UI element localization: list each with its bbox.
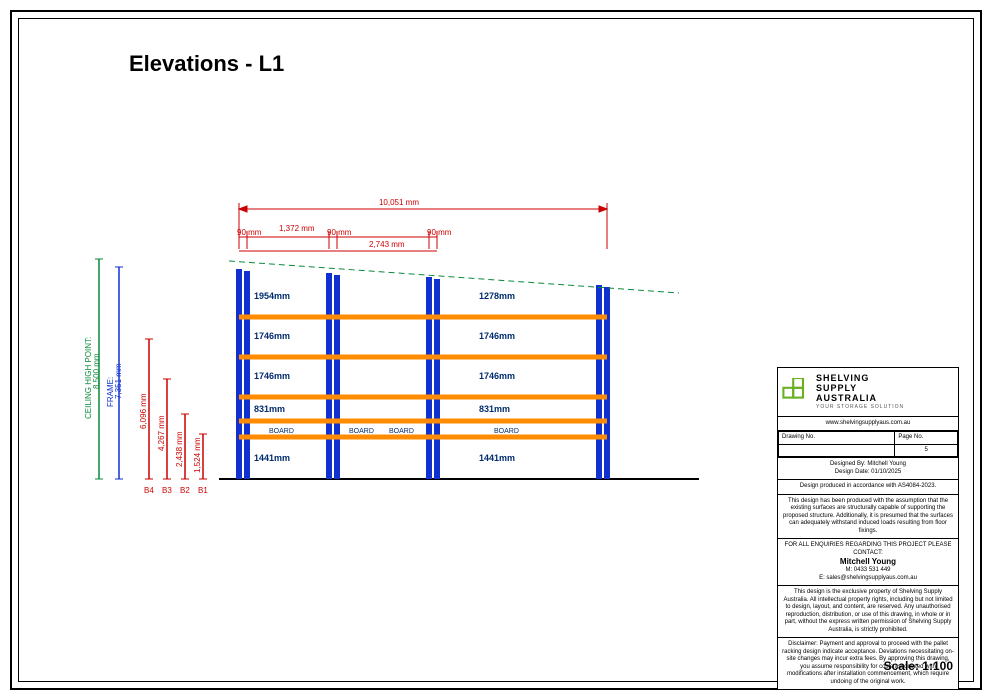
b4-label: B4 [144,486,154,495]
dim-gap-3: 90 mm [427,228,452,237]
company-website: www.shelvingsupplyaus.com.au [778,416,958,431]
designed-by: Designed By: Mitchell Young [782,461,954,469]
bay-left-4: 1441mm [254,453,290,463]
dim-gap-1: 90 mm [237,228,262,237]
company-name-3: AUSTRALIA [816,394,904,404]
logo-row: SHELVING SUPPLY AUSTRALIA YOUR STORAGE S… [778,368,958,416]
frame-value: 7,351 mm [114,363,123,399]
dim-overall-width: 10,051 mm [379,198,419,207]
board-label-4: BOARD [494,428,519,435]
ip-notice: This design is the exclusive property of… [778,585,958,637]
dim-span-2: 2,743 mm [369,240,405,249]
company-logo-icon [782,378,810,406]
bay-right-4: 1441mm [479,453,515,463]
b1-label: B1 [198,486,208,495]
outer-border: Elevations - L1 [10,10,982,690]
b2-label: B2 [180,486,190,495]
contact-phone: M: 0433 531 449 [782,567,954,575]
page: Elevations - L1 [0,0,992,700]
page-no-value: 5 [895,444,958,457]
contact-email: E: sales@shelvingsupplyaus.com.au [782,575,954,583]
ceiling-value: 8,500 mm [92,353,101,389]
bay-left-3: 831mm [254,404,285,414]
bay-right-3: 831mm [479,404,510,414]
board-label-3: BOARD [389,428,414,435]
board-label-1: BOARD [269,428,294,435]
scale-label: Scale: 1:100 [884,659,953,673]
drawing-no-value [779,444,895,457]
bay-left-2: 1746mm [254,371,290,381]
design-assumption: This design has been produced with the a… [778,494,958,539]
bay-right-0: 1278mm [479,291,515,301]
drawing-info-table: Drawing No. Page No. 5 [778,431,958,457]
bay-right-1: 1746mm [479,331,515,341]
b3-value: 4,267 mm [157,415,166,451]
b4-value: 6,096 mm [139,393,148,429]
page-title: Elevations - L1 [129,51,284,77]
bay-left-0: 1954mm [254,291,290,301]
design-standard: Design produced in accordance with AS408… [778,479,958,494]
enquiry-header: FOR ALL ENQUIRIES REGARDING THIS PROJECT… [782,542,954,557]
b3-label: B3 [162,486,172,495]
b1-value: 1,524 mm [193,437,202,473]
company-tagline: YOUR STORAGE SOLUTION [816,404,904,410]
board-label-2: BOARD [349,428,374,435]
dim-gap-2: 90 mm [327,228,352,237]
inner-border: Elevations - L1 [18,18,974,682]
bay-left-1: 1746mm [254,331,290,341]
dim-span-1: 1,372 mm [279,224,315,233]
contact-name: Mitchell Young [782,557,954,567]
bay-right-2: 1746mm [479,371,515,381]
elevation-drawing: 1954mm 1746mm 1746mm 831mm 1441mm 1278mm… [79,189,719,519]
title-block: SHELVING SUPPLY AUSTRALIA YOUR STORAGE S… [777,367,959,690]
design-date: Design Date: 01/10/2025 [782,469,954,477]
b2-value: 2,438 mm [175,431,184,467]
drawing-no-header: Drawing No. [779,432,895,445]
page-no-header: Page No. [895,432,958,445]
